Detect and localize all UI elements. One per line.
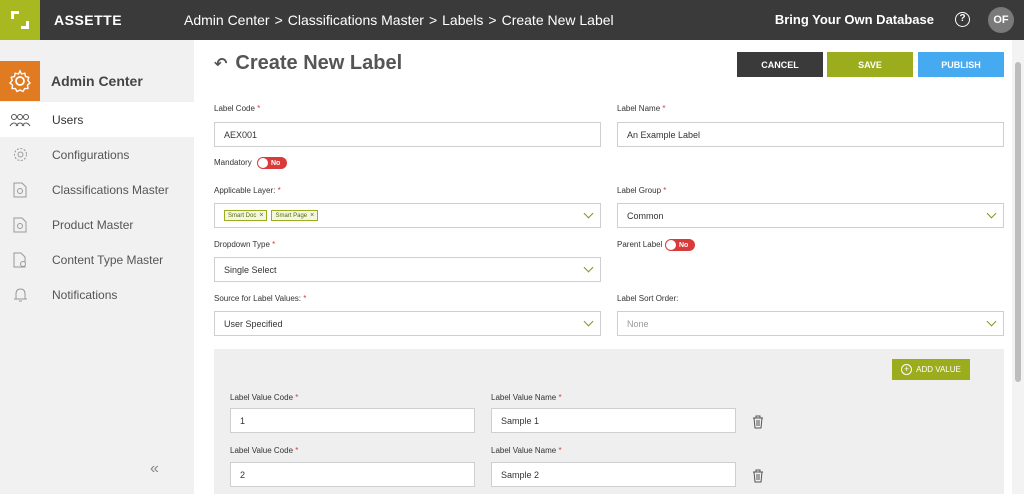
applicable-layer-select[interactable]: Smart Doc × Smart Page × [214,203,601,228]
users-icon [0,113,40,127]
parent-label-label: Parent Label [617,240,663,249]
bell-icon [0,287,40,303]
mandatory-label: Mandatory [214,158,252,167]
chip-smart-page[interactable]: Smart Page × [271,210,319,221]
breadcrumb-separator: > [274,12,283,28]
save-button[interactable]: SAVE [827,52,913,77]
value-code-input[interactable]: 1 [230,408,475,433]
toggle-knob [666,240,676,250]
chevron-down-icon [583,208,594,219]
label-name-label: Label Name * [617,104,666,113]
sort-order-label: Label Sort Order: [617,294,679,303]
breadcrumb-classifications-master[interactable]: Classifications Master [288,12,424,28]
applicable-layer-label: Applicable Layer: * [214,186,281,195]
value-name-input[interactable]: Sample 2 [491,462,736,487]
sidebar-title: Admin Center [51,73,143,89]
sidebar-item-label: Classifications Master [52,182,169,197]
sidebar-item-configurations[interactable]: Configurations [0,137,194,172]
source-select[interactable]: User Specified [214,311,601,336]
sidebar-item-label: Content Type Master [52,252,164,267]
page-scrollbar[interactable] [1012,40,1024,494]
help-icon[interactable]: ? [955,12,970,27]
logo-mark-icon [11,11,29,29]
sidebar-item-label: Product Master [52,217,134,232]
label-name-input[interactable]: An Example Label [617,122,1004,147]
sidebar-item-classifications-master[interactable]: Classifications Master [0,172,194,207]
brand-name: ASSETTE [54,12,123,28]
sidebar-item-label: Configurations [52,147,130,162]
publish-button[interactable]: PUBLISH [918,52,1004,77]
byod-link[interactable]: Bring Your Own Database [775,0,934,40]
breadcrumb-labels[interactable]: Labels [442,12,483,28]
breadcrumb-admin-center[interactable]: Admin Center [184,12,270,28]
trash-icon[interactable] [752,469,764,483]
top-bar: ASSETTE Admin Center > Classifications M… [0,0,1024,40]
label-values-panel: + ADD VALUE Label Value Code * 1 Label V… [214,349,1004,494]
sidebar-item-notifications[interactable]: Notifications [0,277,194,312]
chevron-down-icon [986,208,997,219]
value-name-input[interactable]: Sample 1 [491,408,736,433]
sort-order-select[interactable]: None [617,311,1004,336]
back-icon[interactable]: ↶ [214,54,227,74]
collapse-sidebar-icon[interactable]: « [150,460,159,478]
dropdown-type-label: Dropdown Type * [214,240,276,249]
breadcrumb: Admin Center > Classifications Master > … [184,12,614,28]
chevron-down-icon [583,262,594,273]
chip-remove-icon[interactable]: × [259,212,263,219]
chevron-down-icon [986,316,997,327]
value-code-input[interactable]: 2 [230,462,475,487]
sidebar-item-users[interactable]: Users [0,102,194,137]
breadcrumb-separator: > [488,12,497,28]
source-label: Source for Label Values: * [214,294,307,303]
sidebar-item-content-type-master[interactable]: Content Type Master [0,242,194,277]
add-value-button[interactable]: + ADD VALUE [892,359,970,380]
file-icon [0,252,40,268]
label-code-label: Label Code * [214,104,261,113]
avatar[interactable]: OF [988,7,1014,33]
sidebar-item-label: Notifications [52,287,118,302]
value-code-label: Label Value Code * [230,446,299,455]
value-code-label: Label Value Code * [230,393,299,402]
mandatory-toggle[interactable]: No [257,157,287,169]
label-group-select[interactable]: Common [617,203,1004,228]
scrollbar-thumb[interactable] [1015,62,1021,382]
document-icon [0,182,40,198]
chip-remove-icon[interactable]: × [310,212,314,219]
sidebar-item-label: Users [52,112,84,127]
sidebar: Admin Center Users Configurations Classi… [0,40,194,494]
toggle-state: No [271,159,281,167]
dropdown-type-select[interactable]: Single Select [214,257,601,282]
parent-label-toggle[interactable]: No [665,239,695,251]
gear-icon [0,147,40,162]
trash-icon[interactable] [752,415,764,429]
document-icon [0,217,40,233]
breadcrumb-separator: > [428,12,438,28]
breadcrumb-current: Create New Label [501,12,614,28]
main-content: ↶ Create New Label CANCEL SAVE PUBLISH L… [194,40,1012,494]
page-title-text: Create New Label [235,52,403,74]
page-title: ↶ Create New Label [214,52,402,75]
label-group-label: Label Group * [617,186,667,195]
value-name-label: Label Value Name * [491,446,562,455]
value-name-label: Label Value Name * [491,393,562,402]
plus-icon: + [901,364,913,375]
toggle-knob [258,158,268,168]
sidebar-item-product-master[interactable]: Product Master [0,207,194,242]
chevron-down-icon [583,316,594,327]
label-code-input[interactable]: AEX001 [214,122,601,147]
cancel-button[interactable]: CANCEL [737,52,823,77]
add-value-label: ADD VALUE [916,365,961,374]
chip-smart-doc[interactable]: Smart Doc × [224,210,268,221]
gear-icon [0,61,40,101]
sidebar-header: Admin Center [0,40,194,102]
assette-logo[interactable] [0,0,40,40]
toggle-state: No [679,241,689,249]
